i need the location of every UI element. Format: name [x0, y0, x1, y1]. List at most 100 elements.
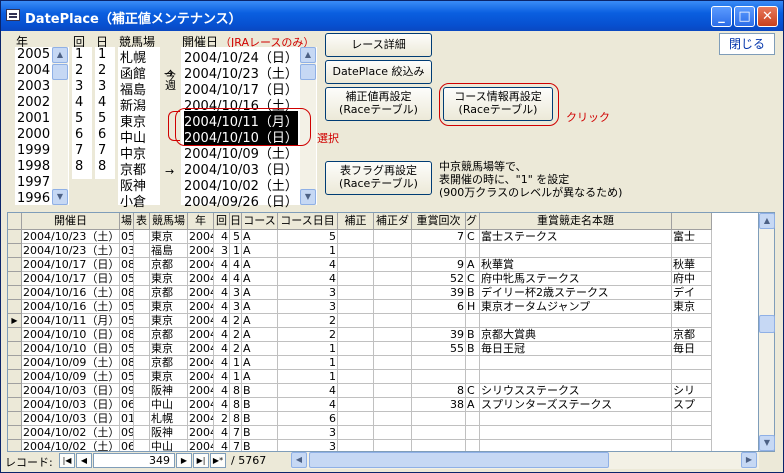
table-cell[interactable]: 08	[120, 328, 134, 342]
day-item[interactable]: 2	[98, 63, 106, 78]
prev-record-icon[interactable]: ◀	[76, 453, 92, 468]
table-cell[interactable]: 05	[120, 300, 134, 314]
kai-item[interactable]: 5	[75, 111, 83, 126]
row-selector[interactable]	[8, 384, 22, 398]
day-item[interactable]: 6	[98, 127, 106, 142]
table-cell[interactable]: 4	[214, 258, 230, 272]
table-cell[interactable]	[374, 272, 412, 286]
table-cell[interactable]: 2004/10/03（日）	[22, 384, 120, 398]
table-cell[interactable]	[134, 328, 150, 342]
dateplace-grid[interactable]: 開催日場表競馬場年回日コースコース日目補正補正ダ重賞回次グレ重賞競走名本題 20…	[7, 212, 759, 452]
table-cell[interactable]	[374, 286, 412, 300]
table-cell[interactable]	[374, 426, 412, 440]
table-cell[interactable]	[134, 272, 150, 286]
table-cell[interactable]: 8	[230, 398, 242, 412]
table-cell[interactable]: 阪神	[150, 426, 188, 440]
table-cell[interactable]	[374, 314, 412, 328]
table-cell[interactable]	[338, 370, 374, 384]
table-cell[interactable]	[480, 440, 672, 451]
column-header[interactable]: 補正	[338, 213, 374, 230]
table-cell[interactable]	[338, 398, 374, 412]
current-record-icon[interactable]: ▶	[8, 314, 22, 328]
table-cell[interactable]: 1	[278, 244, 338, 258]
table-cell[interactable]: 2004/10/09（土）	[22, 370, 120, 384]
table-cell[interactable]	[374, 328, 412, 342]
column-header[interactable]: 回	[214, 213, 230, 230]
next-record-icon[interactable]: ▶	[176, 453, 192, 468]
year-item[interactable]: 1998	[17, 159, 50, 174]
day-item[interactable]: 7	[98, 143, 106, 158]
table-cell[interactable]: 1	[230, 244, 242, 258]
table-cell[interactable]	[374, 370, 412, 384]
hosei-reset-button[interactable]: 補正値再設定 (Raceテーブル)	[325, 87, 432, 121]
table-cell[interactable]: 2004/10/11（月）	[22, 314, 120, 328]
table-cell[interactable]	[672, 314, 712, 328]
table-cell[interactable]: 06	[120, 398, 134, 412]
table-cell[interactable]: 府中	[672, 272, 712, 286]
table-cell[interactable]	[134, 440, 150, 451]
table-cell[interactable]: 8	[230, 412, 242, 426]
column-header[interactable]: 競馬場	[150, 213, 188, 230]
year-item[interactable]: 1997	[17, 175, 50, 190]
table-cell[interactable]: B	[466, 342, 480, 356]
row-selector[interactable]	[8, 342, 22, 356]
table-cell[interactable]	[480, 370, 672, 384]
table-cell[interactable]	[134, 230, 150, 244]
table-cell[interactable]: 38	[412, 398, 466, 412]
table-cell[interactable]: A	[242, 342, 278, 356]
table-cell[interactable]: 2	[230, 314, 242, 328]
table-cell[interactable]	[672, 426, 712, 440]
table-cell[interactable]: 2	[230, 342, 242, 356]
table-cell[interactable]: 2	[230, 328, 242, 342]
table-cell[interactable]: A	[242, 328, 278, 342]
table-cell[interactable]: 5	[230, 230, 242, 244]
table-cell[interactable]	[338, 426, 374, 440]
day-listbox[interactable]: 12345678	[95, 47, 115, 179]
table-cell[interactable]: 2004	[188, 342, 214, 356]
table-cell[interactable]: 2004/10/17（日）	[22, 272, 120, 286]
table-cell[interactable]	[374, 398, 412, 412]
table-cell[interactable]: 京都	[150, 286, 188, 300]
column-header[interactable]: 重賞競走名本題	[480, 213, 672, 230]
table-cell[interactable]: 06	[120, 440, 134, 451]
table-cell[interactable]: 2	[214, 412, 230, 426]
table-cell[interactable]: 2004/10/03（日）	[22, 398, 120, 412]
table-cell[interactable]: 京都	[150, 328, 188, 342]
scroll-down-icon[interactable]: ▼	[300, 189, 316, 205]
table-cell[interactable]	[374, 244, 412, 258]
table-cell[interactable]: 2004	[188, 314, 214, 328]
table-cell[interactable]	[134, 342, 150, 356]
table-cell[interactable]: 福島	[150, 244, 188, 258]
grid-hscroll-thumb[interactable]	[309, 452, 609, 468]
table-cell[interactable]: 4	[278, 258, 338, 272]
table-cell[interactable]	[338, 272, 374, 286]
table-cell[interactable]: 毎日	[672, 342, 712, 356]
table-cell[interactable]	[134, 258, 150, 272]
kai-item[interactable]: 4	[75, 95, 83, 110]
last-record-icon[interactable]: ▶|	[193, 453, 209, 468]
year-item[interactable]: 2000	[17, 127, 50, 142]
table-cell[interactable]	[466, 440, 480, 451]
table-cell[interactable]: 東京	[150, 314, 188, 328]
table-cell[interactable]: A	[242, 370, 278, 384]
table-cell[interactable]: 2004/10/23（土）	[22, 230, 120, 244]
table-cell[interactable]: A	[242, 230, 278, 244]
table-cell[interactable]: 京都	[672, 328, 712, 342]
table-cell[interactable]: 2	[278, 328, 338, 342]
table-cell[interactable]: 4	[214, 398, 230, 412]
row-selector[interactable]	[8, 230, 22, 244]
row-selector[interactable]	[8, 440, 22, 451]
table-cell[interactable]: A	[242, 314, 278, 328]
table-cell[interactable]: 8	[412, 384, 466, 398]
table-cell[interactable]: C	[466, 384, 480, 398]
table-cell[interactable]	[338, 356, 374, 370]
table-cell[interactable]	[134, 412, 150, 426]
row-selector[interactable]	[8, 258, 22, 272]
table-cell[interactable]: 京都	[150, 258, 188, 272]
table-cell[interactable]: 6	[412, 300, 466, 314]
table-cell[interactable]	[338, 440, 374, 451]
table-cell[interactable]: 毎日王冠	[480, 342, 672, 356]
day-item[interactable]: 5	[98, 111, 106, 126]
table-cell[interactable]: 2004	[188, 230, 214, 244]
table-cell[interactable]: 2004	[188, 286, 214, 300]
